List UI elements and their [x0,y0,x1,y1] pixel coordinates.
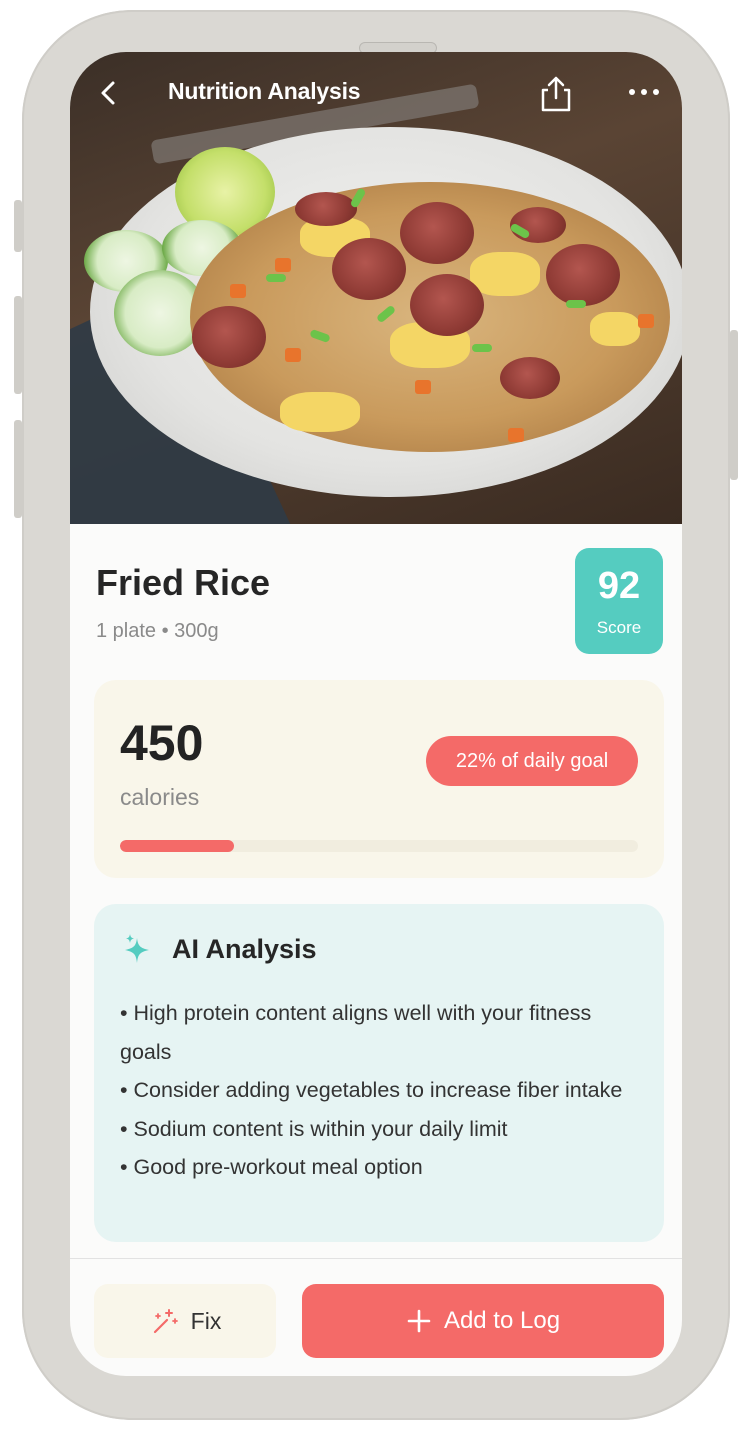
sausage-slice [400,202,474,264]
ai-analysis-title: AI Analysis [172,934,317,964]
carrot-piece [230,284,246,298]
page-title: Nutrition Analysis [168,78,361,104]
bottom-divider [70,1258,682,1259]
ai-analysis-card: AI Analysis • High protein content align… [94,904,664,1242]
calorie-progress-bar [120,840,638,852]
food-photo: Nutrition Analysis [70,52,682,524]
sausage-slice [295,192,357,226]
sausage-slice [192,306,266,368]
scallion-piece [566,300,586,308]
calorie-value: 450 [120,715,204,771]
side-button-silent [14,200,22,252]
sparkles-icon [125,934,149,963]
ai-point: • Good pre-workout meal option [120,1155,423,1179]
add-to-log-label: Add to Log [443,1307,561,1334]
carrot-piece [285,348,301,362]
calorie-card: 450 calories 22% of daily goal [94,680,664,878]
portion-size: 1 plate • 300g [96,620,219,642]
carrot-piece [275,258,291,272]
carrot-piece [508,428,524,442]
calorie-progress-fill [120,840,234,852]
egg-piece [590,312,640,346]
ai-point: • High protein content aligns well with … [120,1001,592,1064]
scallion-piece [266,274,286,282]
fix-button[interactable]: Fix [94,1284,276,1358]
food-name: Fried Rice [96,562,271,603]
top-nav-bar: Nutrition Analysis [70,52,682,138]
side-button-volume-down [14,420,22,518]
carrot-piece [638,314,654,328]
plus-icon [407,1309,431,1333]
score-value: 92 [597,565,641,607]
ai-point: • Sodium content is within your daily li… [120,1116,508,1141]
sausage-slice [546,244,620,306]
share-icon[interactable] [538,74,574,114]
fix-button-label: Fix [190,1307,222,1334]
more-options-icon[interactable] [626,82,662,102]
carrot-piece [415,380,431,394]
ai-analysis-list: • High protein content aligns well with … [120,994,640,1187]
ai-point: • Consider adding vegetables to increase… [120,1078,623,1102]
side-button-power [730,330,738,480]
sausage-slice [410,274,484,336]
score-label: Score [596,618,642,637]
add-to-log-button[interactable]: Add to Log [302,1284,664,1358]
daily-goal-badge: 22% of daily goal [426,736,638,786]
calorie-label: calories [120,784,200,810]
app-screen: Nutrition Analysis Fried Rice 1 plate • … [70,52,682,1376]
sausage-slice [332,238,406,300]
egg-piece [470,252,540,296]
back-icon[interactable] [96,80,122,106]
health-score-badge: 92 Score [575,548,663,654]
sausage-slice [500,357,560,399]
side-button-volume-up [14,296,22,394]
magic-wand-icon [153,1309,178,1334]
egg-piece [280,392,360,432]
scallion-piece [472,344,492,352]
